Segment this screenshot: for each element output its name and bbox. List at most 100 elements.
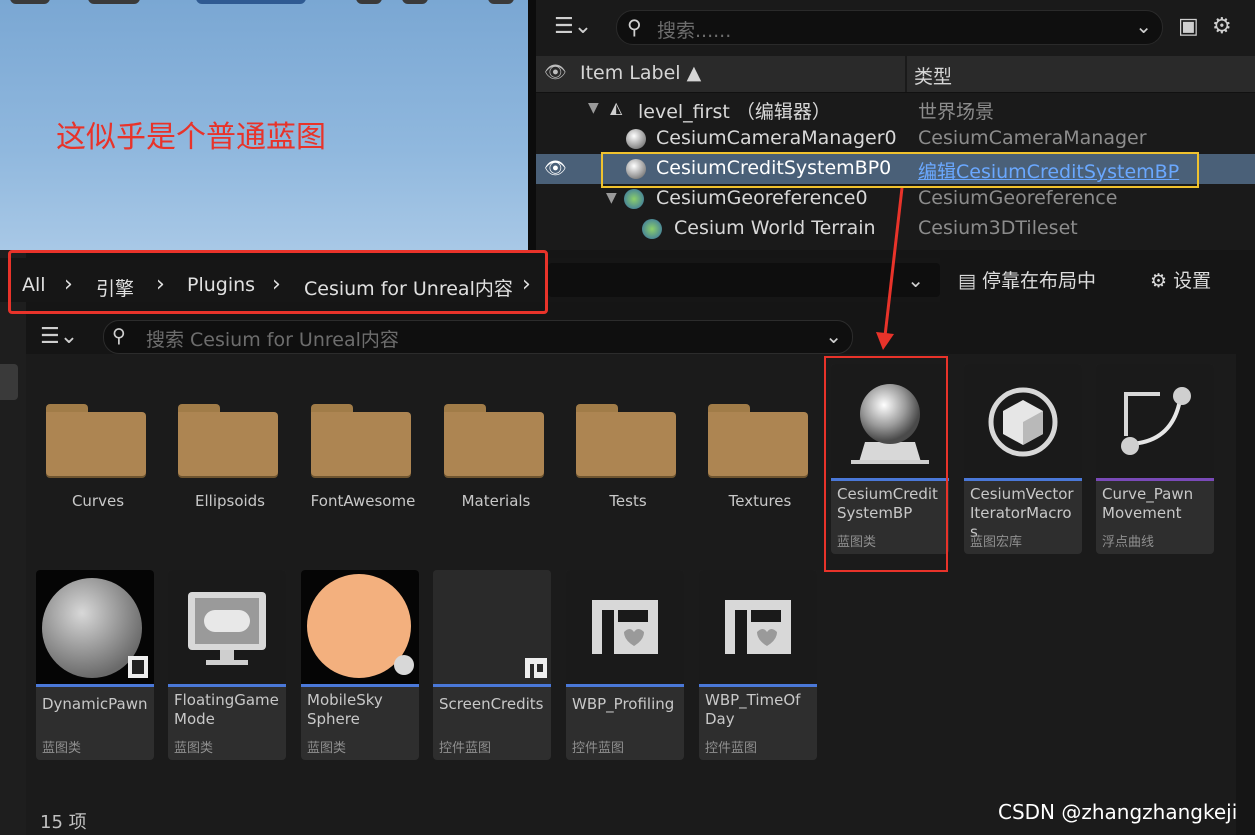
asset-name: FloatingGame Mode (174, 691, 279, 728)
row-type: CesiumCameraManager (918, 127, 1147, 149)
folder-icon (444, 404, 544, 476)
folder-item[interactable]: Ellipsoids (170, 382, 290, 512)
row-label: CesiumGeoreference0 (656, 187, 868, 209)
sources-panel-collapsed (0, 250, 26, 835)
gamepad-monitor-icon (188, 592, 266, 665)
asset-type: 蓝图类 (174, 741, 214, 756)
filter-icon[interactable]: ☰⌄ (40, 324, 78, 349)
row-label: Cesium World Terrain (674, 217, 876, 239)
column-type[interactable]: 类型 (914, 62, 952, 89)
search-icon: ⚲ (112, 325, 126, 347)
collapse-arrow-icon[interactable]: ▼ (588, 100, 599, 116)
dock-label: 停靠在布局中 (982, 270, 1097, 292)
asset-name: ScreenCredits (439, 695, 544, 713)
row-label: level_first （编辑器） (638, 101, 831, 123)
viewport-toolbar-button[interactable] (10, 0, 50, 4)
gear-icon[interactable]: ⚙ (1212, 14, 1232, 39)
asset-card[interactable]: FloatingGame Mode 蓝图类 (168, 570, 286, 760)
row-label: CesiumCameraManager0 (656, 127, 897, 149)
panel-divider[interactable] (528, 0, 536, 250)
chevron-down-icon[interactable]: ⌄ (825, 324, 842, 348)
filter-icon[interactable]: ☰⌄ (554, 14, 592, 39)
viewport-toolbar-button[interactable] (88, 0, 140, 4)
asset-card[interactable]: Curve_Pawn Movement 浮点曲线 (1096, 364, 1214, 554)
folder-icon (708, 404, 808, 476)
curve-icon (1121, 387, 1191, 455)
skysphere-icon (307, 574, 414, 678)
settings-button[interactable]: ⚙ 设置 (1150, 266, 1211, 293)
outliner-toolbar: ☰⌄ ⚲ 搜索...... ⌄ ▣ ⚙ (536, 0, 1255, 56)
folder-name: Textures (728, 492, 792, 510)
column-item-label[interactable]: Item Label ▲ (580, 62, 701, 84)
folder-item[interactable]: FontAwesome (303, 382, 423, 512)
viewport-toolbar-button[interactable] (488, 0, 514, 4)
column-divider[interactable] (905, 56, 907, 92)
tileset-icon (642, 219, 662, 239)
gamemode-thumbnail (168, 570, 286, 684)
outliner-header: 👁 Item Label ▲ 类型 (536, 56, 1255, 93)
sources-tab[interactable] (0, 364, 18, 400)
asset-card[interactable]: ScreenCredits 控件蓝图 (433, 570, 551, 760)
asset-name: Curve_Pawn Movement (1102, 485, 1194, 522)
folder-icon (178, 404, 278, 476)
asset-type-bar (168, 684, 286, 687)
asset-name: DynamicPawn (42, 695, 148, 713)
widget-blueprint-icon (525, 658, 547, 678)
chevron-down-icon[interactable]: ⌄ (1135, 14, 1152, 38)
viewport-toolbar-button[interactable] (402, 0, 428, 4)
asset-type: 蓝图类 (307, 741, 347, 756)
pawn-sphere-icon (42, 578, 148, 678)
pawn-thumbnail (36, 570, 154, 684)
folder-name: Curves (71, 492, 125, 510)
folder-item[interactable]: Curves (38, 382, 158, 512)
macro-library-thumbnail (964, 364, 1082, 478)
dock-in-layout-button[interactable]: ▤ 停靠在布局中 (958, 266, 1096, 293)
highlight-box (8, 250, 548, 314)
level-viewport[interactable]: 这似乎是个普通蓝图 (0, 0, 528, 250)
asset-type: 蓝图类 (42, 741, 82, 756)
add-folder-icon[interactable]: ▣ (1178, 14, 1199, 39)
highlight-box (824, 356, 948, 572)
viewport-toolbar-button[interactable] (356, 0, 382, 4)
asset-type-bar (301, 684, 419, 687)
eye-icon[interactable]: 👁 (544, 62, 567, 83)
annotation-text: 这似乎是个普通蓝图 (56, 120, 326, 155)
asset-type: 控件蓝图 (439, 741, 492, 756)
collapse-arrow-icon[interactable]: ▼ (606, 190, 617, 206)
level-icon: ◭ (610, 98, 623, 117)
asset-card[interactable]: CesiumVector IteratorMacros 蓝图宏库 (964, 364, 1082, 554)
asset-type: 蓝图宏库 (970, 535, 1023, 550)
asset-name: MobileSky Sphere (307, 691, 383, 728)
viewport-toolbar-button[interactable] (196, 0, 306, 4)
folder-item[interactable]: Materials (436, 382, 556, 512)
asset-card[interactable]: WBP_TimeOf Day 控件蓝图 (699, 570, 817, 760)
row-type: 世界场景 (918, 101, 995, 123)
macro-library-icon (988, 387, 1058, 457)
folder-item[interactable]: Textures (700, 382, 820, 512)
outliner-row[interactable]: CesiumCameraManager0 CesiumCameraManager (536, 124, 1255, 154)
asset-name: WBP_TimeOf Day (705, 691, 801, 728)
outliner-row[interactable]: ▼ ◭ level_first （编辑器） 世界场景 (536, 94, 1255, 124)
asset-type-bar (1096, 478, 1214, 481)
outliner-search-input[interactable]: ⚲ 搜索...... ⌄ (616, 10, 1163, 45)
asset-type-bar (699, 684, 817, 687)
annotation-arrow (876, 187, 904, 350)
asset-type-bar (964, 478, 1082, 481)
eye-icon[interactable]: 👁 (544, 158, 567, 179)
asset-type-bar (433, 684, 551, 687)
asset-type-bar (566, 684, 684, 687)
row-type: CesiumGeoreference (918, 187, 1118, 209)
asset-card[interactable]: MobileSky Sphere 蓝图类 (301, 570, 419, 760)
content-search-input[interactable]: ⚲ 搜索 Cesium for Unreal内容 ⌄ (103, 320, 853, 354)
folder-name: FontAwesome (310, 492, 416, 510)
asset-type: 浮点曲线 (1102, 535, 1155, 550)
folder-name: Tests (609, 492, 647, 510)
asset-card[interactable]: DynamicPawn 蓝图类 (36, 570, 154, 760)
folder-item[interactable]: Tests (568, 382, 688, 512)
widget-thumbnail (433, 570, 551, 684)
highlight-box (601, 152, 1199, 188)
row-type: Cesium3DTileset (918, 217, 1078, 239)
asset-type: 控件蓝图 (572, 741, 625, 756)
asset-card[interactable]: WBP_Profiling 控件蓝图 (566, 570, 684, 760)
georeference-icon (624, 189, 644, 209)
